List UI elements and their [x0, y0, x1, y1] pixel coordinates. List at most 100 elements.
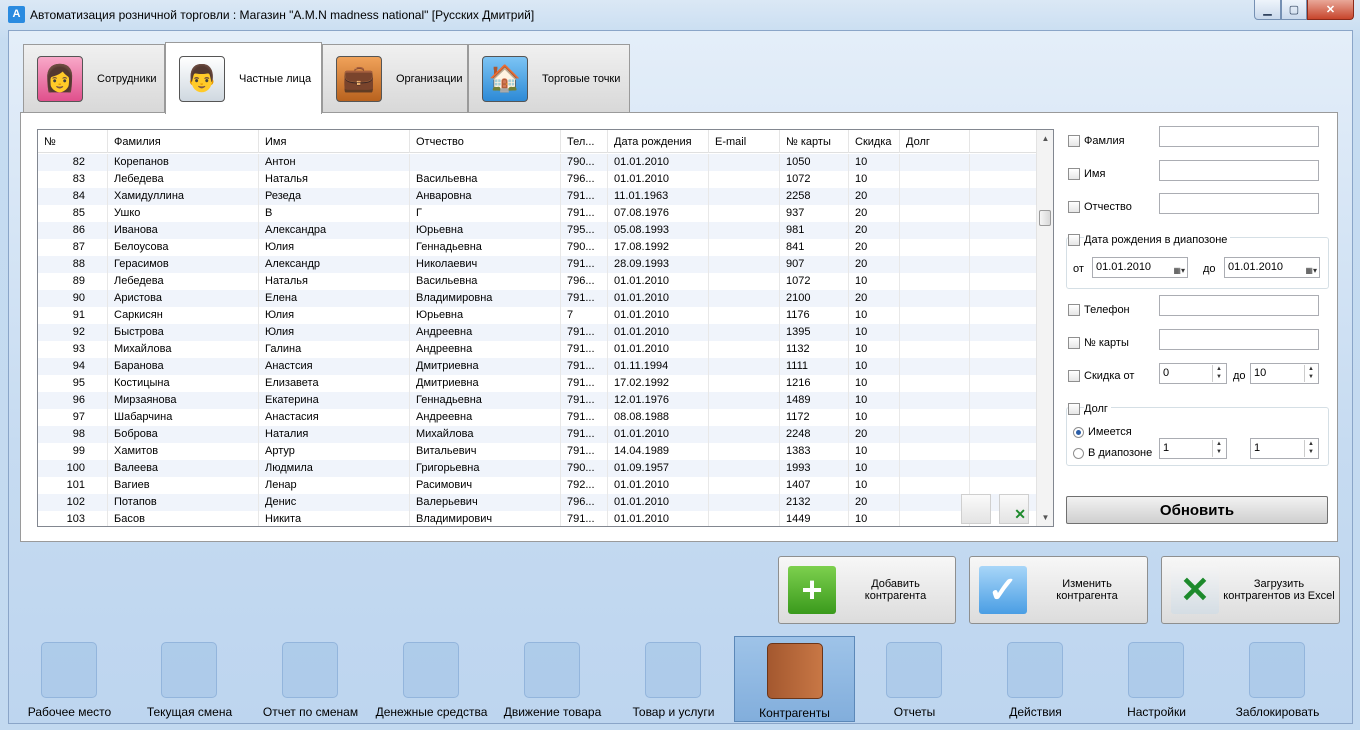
patronymic-checkbox[interactable]: [1068, 201, 1080, 213]
phone-input[interactable]: [1159, 295, 1319, 316]
table-row[interactable]: 84 Хамидуллина Резеда Анваровна 791... 11.01.…: [38, 188, 1038, 205]
column-header[interactable]: Скидка: [849, 130, 900, 153]
discount-from-spinner[interactable]: 0 ▲ ▼: [1159, 363, 1227, 384]
debt-from-spinner[interactable]: 1 ▲ ▼: [1159, 438, 1227, 459]
tab-employees[interactable]: 👩 Сотрудники: [23, 44, 165, 112]
nav-item[interactable]: Движение товара: [492, 636, 613, 722]
discount-checkbox[interactable]: [1068, 370, 1080, 382]
column-header[interactable]: № карты: [780, 130, 849, 153]
calendar-dropdown-icon[interactable]: ▦▾: [1173, 261, 1185, 280]
nav-item[interactable]: Денежные средства: [371, 636, 492, 722]
table-cell: 1132: [780, 341, 849, 358]
table-row[interactable]: 86 Иванова Александра Юрьевна 795... 05.08.19…: [38, 222, 1038, 239]
column-header[interactable]: Тел...: [561, 130, 608, 153]
card-checkbox[interactable]: [1068, 337, 1080, 349]
phone-label: Телефон: [1084, 304, 1130, 316]
table-cell: Наталья: [259, 273, 410, 290]
date-from-picker[interactable]: 01.01.2010 ▦▾: [1092, 257, 1188, 278]
table-cell: [709, 358, 780, 375]
maximize-button[interactable]: ▢: [1281, 0, 1307, 20]
table-row[interactable]: 90 Аристова Елена Владимировна 791... 01.01.2…: [38, 290, 1038, 307]
nav-item[interactable]: Настройки: [1096, 636, 1217, 722]
column-header[interactable]: Отчество: [410, 130, 561, 153]
nav-item[interactable]: Действия: [975, 636, 1096, 722]
grid-scrollbar[interactable]: ▲ ▼: [1036, 130, 1053, 526]
tab-outlets[interactable]: 🏠 Торговые точки: [468, 44, 630, 112]
column-header[interactable]: E-mail: [709, 130, 780, 153]
spinner-arrows-icon[interactable]: ▲ ▼: [1212, 440, 1225, 457]
table-cell: [709, 239, 780, 256]
table-cell: 841: [780, 239, 849, 256]
debt-range-radio[interactable]: [1073, 448, 1084, 459]
refresh-button[interactable]: Обновить: [1066, 496, 1328, 524]
column-header[interactable]: Дата рождения: [608, 130, 709, 153]
debt-has-radio[interactable]: [1073, 427, 1084, 438]
table-row[interactable]: 92 Быстрова Юлия Андреевна 791... 01.01.2010 1…: [38, 324, 1038, 341]
table-row[interactable]: 97 Шабарчина Анастасия Андреевна 791... 08.08…: [38, 409, 1038, 426]
table-row[interactable]: 95 Костицына Елизавета Дмитриевна 791... 17.0…: [38, 375, 1038, 392]
debt-to-spinner[interactable]: 1 ▲ ▼: [1250, 438, 1319, 459]
birth-range-checkbox[interactable]: [1068, 234, 1080, 246]
nav-item[interactable]: Товар и услуги: [613, 636, 734, 722]
table-row[interactable]: 102 Потапов Денис Валерьевич 796... 01.01.201…: [38, 494, 1038, 511]
column-header[interactable]: №: [38, 130, 108, 153]
excel-export-icon[interactable]: ✕: [999, 494, 1029, 524]
scroll-down-icon[interactable]: ▼: [1037, 509, 1053, 526]
scroll-up-icon[interactable]: ▲: [1037, 130, 1053, 147]
table-row[interactable]: 85 Ушко В Г 791... 07.08.1976 937 20: [38, 205, 1038, 222]
column-header[interactable]: Имя: [259, 130, 410, 153]
ruler-pencil-icon: [1007, 642, 1063, 698]
table-row[interactable]: 82 Корепанов Антон 790... 01.01.2010 1050 10: [38, 154, 1038, 171]
table-cell: 790...: [561, 239, 608, 256]
table-cell: [709, 222, 780, 239]
nav-item[interactable]: Заблокировать: [1217, 636, 1338, 722]
debt-checkbox[interactable]: [1068, 403, 1080, 415]
scroll-thumb[interactable]: [1039, 210, 1051, 226]
table-cell: 01.01.2010: [608, 290, 709, 307]
nav-item[interactable]: Рабочее место: [9, 636, 130, 722]
print-icon[interactable]: [961, 494, 991, 524]
spinner-arrows-icon[interactable]: ▲ ▼: [1304, 365, 1317, 382]
column-header[interactable]: Долг: [900, 130, 970, 153]
table-cell: [709, 256, 780, 273]
card-input[interactable]: [1159, 329, 1319, 350]
table-row[interactable]: 103 Басов Никита Владимирович 791... 01.01.20…: [38, 511, 1038, 526]
table-cell: 08.08.1988: [608, 409, 709, 426]
table-row[interactable]: 100 Валеева Людмила Григорьевна 790... 01.09.…: [38, 460, 1038, 477]
surname-checkbox[interactable]: [1068, 135, 1080, 147]
nav-item[interactable]: Контрагенты: [734, 636, 855, 722]
discount-to-spinner[interactable]: 10 ▲ ▼: [1250, 363, 1319, 384]
table-row[interactable]: 89 Лебедева Наталья Васильевна 796... 01.01.2…: [38, 273, 1038, 290]
nav-item[interactable]: Текущая смена: [129, 636, 250, 722]
tab-private-persons[interactable]: 👨 Частные лица: [165, 42, 322, 114]
calendar-dropdown-icon[interactable]: ▦▾: [1305, 261, 1317, 280]
close-button[interactable]: ✕: [1307, 0, 1354, 20]
tab-organizations[interactable]: 💼 Организации: [322, 44, 468, 112]
table-row[interactable]: 88 Герасимов Александр Николаевич 791... 28.0…: [38, 256, 1038, 273]
table-row[interactable]: 94 Баранова Анастсия Дмитриевна 791... 01.11.…: [38, 358, 1038, 375]
table-row[interactable]: 101 Вагиев Ленар Расимович 792... 01.01.2010 1…: [38, 477, 1038, 494]
date-to-picker[interactable]: 01.01.2010 ▦▾: [1224, 257, 1320, 278]
nav-item[interactable]: Отчеты: [854, 636, 975, 722]
import-excel-button[interactable]: ✕ Загрузить контрагентов из Excel: [1161, 556, 1340, 624]
contractors-grid[interactable]: № Фамилия Имя Отчество Тел... Дата рождения E-…: [37, 129, 1054, 527]
add-contractor-button[interactable]: + Добавить контрагента: [778, 556, 956, 624]
column-header[interactable]: Фамилия: [108, 130, 259, 153]
name-input[interactable]: [1159, 160, 1319, 181]
table-row[interactable]: 83 Лебедева Наталья Васильевна 796... 01.01.2…: [38, 171, 1038, 188]
phone-checkbox[interactable]: [1068, 304, 1080, 316]
table-row[interactable]: 93 Михайлова Галина Андреевна 791... 01.01.20…: [38, 341, 1038, 358]
patronymic-input[interactable]: [1159, 193, 1319, 214]
spinner-arrows-icon[interactable]: ▲ ▼: [1304, 440, 1317, 457]
surname-input[interactable]: [1159, 126, 1319, 147]
table-row[interactable]: 96 Мирзаянова Екатерина Геннадьевна 791... 12…: [38, 392, 1038, 409]
spinner-arrows-icon[interactable]: ▲ ▼: [1212, 365, 1225, 382]
table-row[interactable]: 98 Боброва Наталия Михайлова 791... 01.01.201…: [38, 426, 1038, 443]
table-row[interactable]: 99 Хамитов Артур Витальевич 791... 14.04.1989…: [38, 443, 1038, 460]
edit-contractor-button[interactable]: ✓ Изменить контрагента: [969, 556, 1148, 624]
name-checkbox[interactable]: [1068, 168, 1080, 180]
nav-item[interactable]: Отчет по сменам: [250, 636, 371, 722]
minimize-button[interactable]: ▁: [1254, 0, 1281, 20]
table-row[interactable]: 87 Белоусова Юлия Геннадьевна 790... 17.08.19…: [38, 239, 1038, 256]
table-row[interactable]: 91 Саркисян Юлия Юрьевна 7 01.01.2010 1176 10: [38, 307, 1038, 324]
